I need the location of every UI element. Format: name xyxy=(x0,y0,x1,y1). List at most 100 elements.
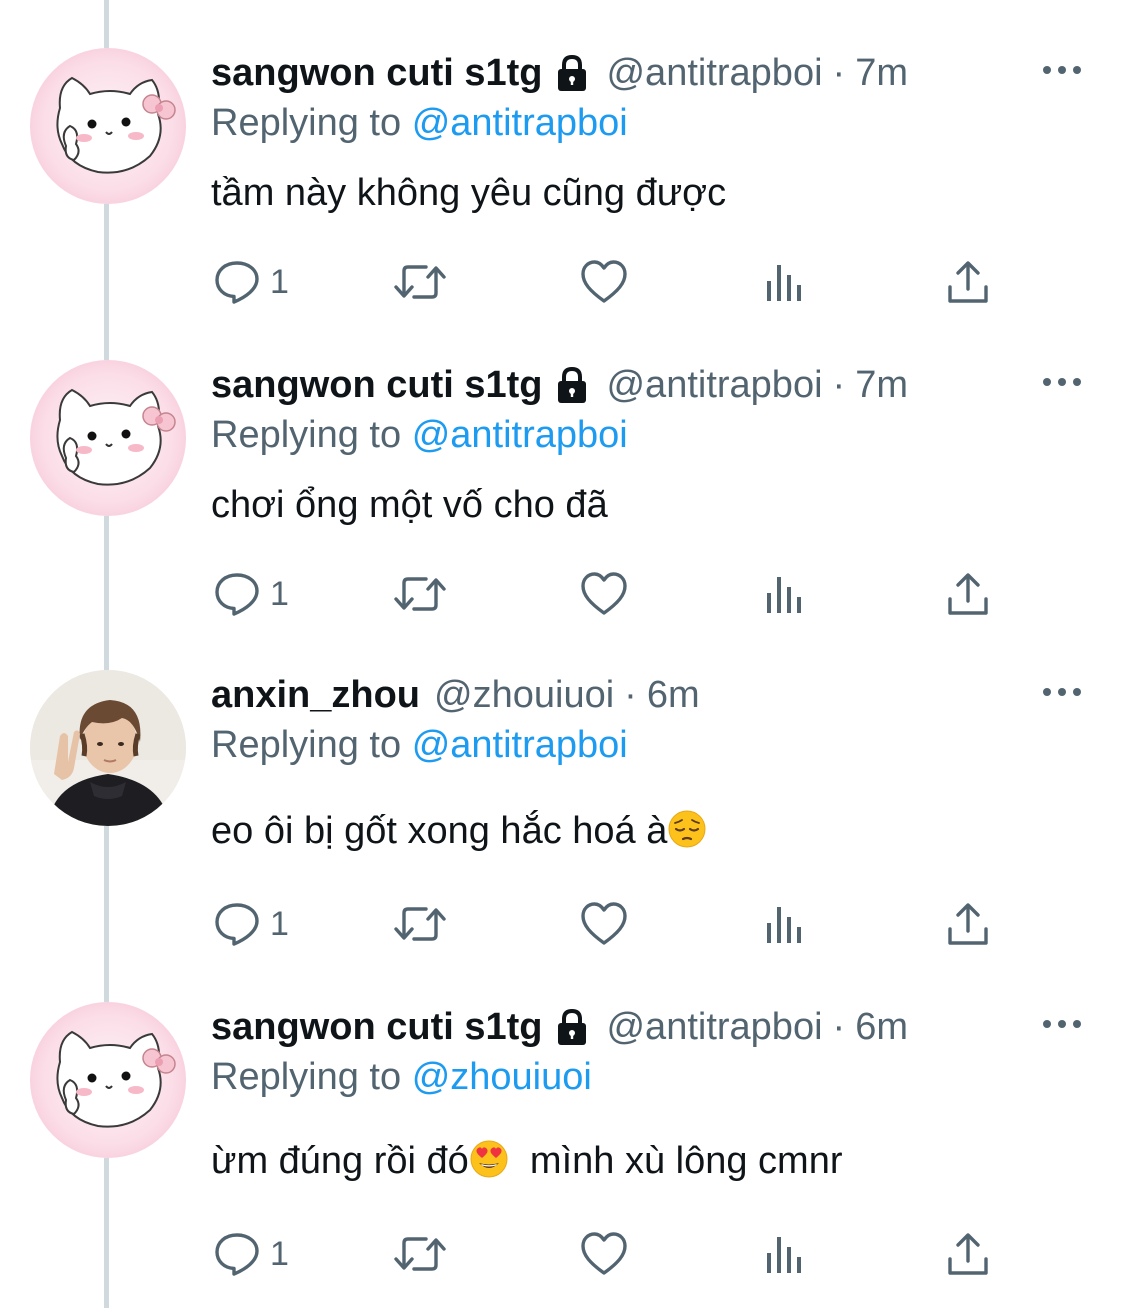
avatar[interactable] xyxy=(30,48,186,204)
tweet-text: eo ôi bị gốt xong hắc hoá à xyxy=(211,806,707,856)
retweet-button[interactable] xyxy=(392,1226,448,1282)
reply-target-link[interactable]: @antitrapboi xyxy=(412,102,628,144)
share-icon xyxy=(948,1233,988,1275)
timestamp[interactable]: 7m xyxy=(855,360,908,410)
separator-dot: · xyxy=(832,1006,846,1048)
user-handle[interactable]: @antitrapboi xyxy=(606,48,822,98)
heart-icon xyxy=(581,572,627,615)
tweet-text-content: ừm đúng rồi đó xyxy=(211,1140,469,1182)
reply-button[interactable]: 1 xyxy=(214,566,289,622)
share-button[interactable] xyxy=(946,566,990,622)
views-chart-icon xyxy=(767,907,801,943)
views-button[interactable] xyxy=(765,254,807,310)
like-button[interactable] xyxy=(580,896,628,952)
tweet-header: anxin_zhou @zhouiuoi · 6m xyxy=(211,670,700,720)
retweet-icon xyxy=(394,907,446,941)
replying-to-label: Replying to xyxy=(211,414,402,456)
replying-to-label: Replying to xyxy=(211,1056,402,1098)
reply-target-link[interactable]: @antitrapboi xyxy=(412,724,628,766)
heart-eyes-emoji-icon xyxy=(470,1140,508,1178)
tweet-header: sangwon cuti s1tg @antitrapboi · 7m xyxy=(211,360,908,410)
action-bar: 1 xyxy=(0,566,1125,622)
action-bar: 1 xyxy=(0,896,1125,952)
separator-dot: · xyxy=(832,364,846,406)
reply-button[interactable]: 1 xyxy=(214,254,289,310)
views-button[interactable] xyxy=(765,896,807,952)
more-dots-icon[interactable] xyxy=(1040,372,1084,392)
tweet-text: chơi ổng một vố cho đã xyxy=(211,480,608,530)
replying-to-line: Replying to @antitrapboi xyxy=(211,410,628,460)
pensive-face-emoji-icon xyxy=(668,810,706,848)
timestamp[interactable]: 6m xyxy=(855,1002,908,1052)
reply-count: 1 xyxy=(270,1234,289,1273)
replying-to-line: Replying to @antitrapboi xyxy=(211,720,628,770)
avatar[interactable] xyxy=(30,360,186,516)
reply-count: 1 xyxy=(270,574,289,613)
display-name[interactable]: anxin_zhou xyxy=(211,670,420,720)
tweet-text-content: tầm này không yêu cũng được xyxy=(211,172,727,214)
share-button[interactable] xyxy=(946,896,990,952)
tweet-text-continued: mình xù lông cmnr xyxy=(508,1140,843,1182)
reply-count: 1 xyxy=(270,262,289,301)
share-button[interactable] xyxy=(946,1226,990,1282)
retweet-button[interactable] xyxy=(392,896,448,952)
views-chart-icon xyxy=(767,1237,801,1273)
views-button[interactable] xyxy=(765,1226,807,1282)
like-button[interactable] xyxy=(580,566,628,622)
tweet-text-content: chơi ổng một vố cho đã xyxy=(211,484,608,526)
timestamp[interactable]: 7m xyxy=(855,48,908,98)
heart-icon xyxy=(581,1232,627,1275)
reply-button[interactable]: 1 xyxy=(214,1226,289,1282)
views-button[interactable] xyxy=(765,566,807,622)
more-dots-icon[interactable] xyxy=(1040,60,1084,80)
display-name[interactable]: sangwon cuti s1tg xyxy=(211,48,542,98)
replying-to-label: Replying to xyxy=(211,724,402,766)
action-bar: 1 xyxy=(0,254,1125,310)
share-button[interactable] xyxy=(946,254,990,310)
share-icon xyxy=(948,903,988,945)
reply-icon xyxy=(215,1233,259,1276)
retweet-button[interactable] xyxy=(392,254,448,310)
reply-button[interactable]: 1 xyxy=(214,896,289,952)
display-name[interactable]: sangwon cuti s1tg xyxy=(211,1002,542,1052)
pink-cat-avatar-icon xyxy=(30,360,186,516)
more-dots-icon[interactable] xyxy=(1040,682,1084,702)
reply-count: 1 xyxy=(270,904,289,943)
more-dots-icon[interactable] xyxy=(1040,1014,1084,1034)
tweet-text: tầm này không yêu cũng được xyxy=(211,168,726,218)
retweet-button[interactable] xyxy=(392,566,448,622)
reply-icon xyxy=(215,573,259,616)
tweet-header: sangwon cuti s1tg @antitrapboi · 7m xyxy=(211,48,908,98)
views-chart-icon xyxy=(767,265,801,301)
display-name[interactable]: sangwon cuti s1tg xyxy=(211,360,542,410)
separator-dot: · xyxy=(624,674,637,716)
views-chart-icon xyxy=(767,577,801,613)
reply-icon xyxy=(215,903,259,946)
heart-icon xyxy=(581,260,627,303)
reply-target-link[interactable]: @zhouiuoi xyxy=(412,1056,592,1098)
user-handle[interactable]: @zhouiuoi xyxy=(434,670,614,720)
avatar[interactable] xyxy=(30,1002,186,1158)
tweet-header: sangwon cuti s1tg @antitrapboi · 6m xyxy=(211,1002,908,1052)
like-button[interactable] xyxy=(580,254,628,310)
like-button[interactable] xyxy=(580,1226,628,1282)
retweet-icon xyxy=(394,577,446,611)
user-handle[interactable]: @antitrapboi xyxy=(606,360,822,410)
tweet-text: ừm đúng rồi đó mình xù lông cmnr xyxy=(211,1136,843,1186)
share-icon xyxy=(948,261,988,303)
heart-icon xyxy=(581,902,627,945)
share-icon xyxy=(948,573,988,615)
retweet-icon xyxy=(394,1237,446,1271)
pink-cat-avatar-icon xyxy=(30,48,186,204)
timestamp[interactable]: 6m xyxy=(647,670,700,720)
avatar[interactable] xyxy=(30,670,186,826)
user-handle[interactable]: @antitrapboi xyxy=(606,1002,822,1052)
replying-to-line: Replying to @zhouiuoi xyxy=(211,1052,592,1102)
replying-to-label: Replying to xyxy=(211,102,402,144)
reply-target-link[interactable]: @antitrapboi xyxy=(412,414,628,456)
lock-icon xyxy=(558,1008,587,1045)
pink-cat-avatar-icon xyxy=(30,1002,186,1158)
replying-to-line: Replying to @antitrapboi xyxy=(211,98,628,148)
lock-icon xyxy=(558,366,587,403)
lock-icon xyxy=(558,54,587,91)
